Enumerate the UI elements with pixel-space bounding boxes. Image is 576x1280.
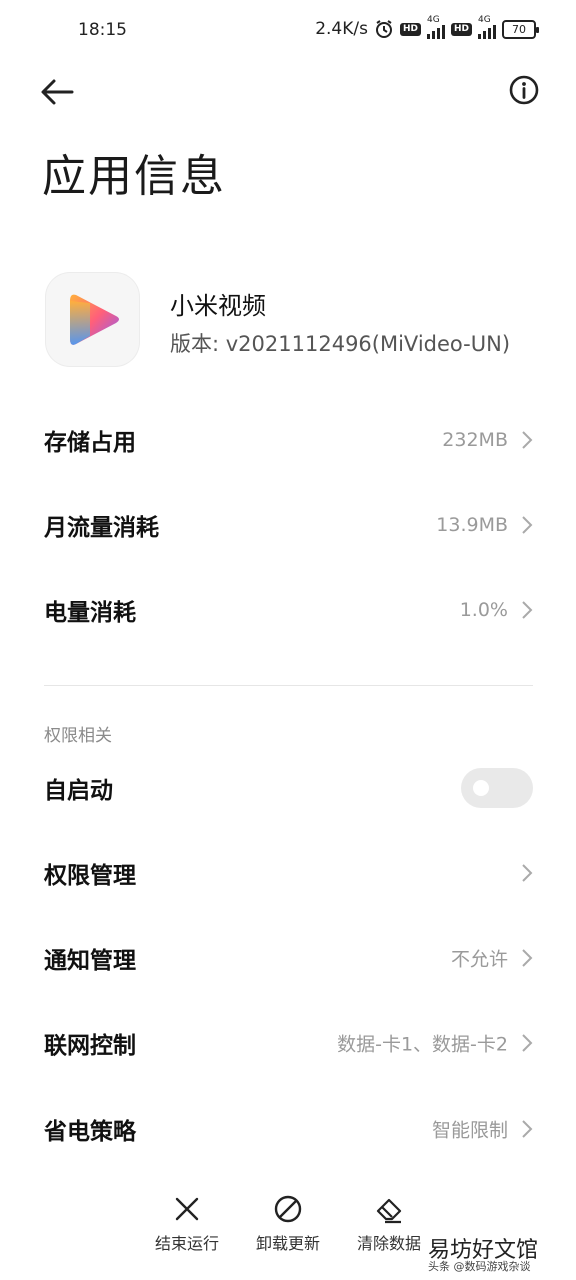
prohibited-icon	[274, 1195, 302, 1223]
chevron-right-icon	[522, 431, 533, 449]
play-gradient-icon	[70, 294, 119, 345]
section-divider	[44, 685, 533, 686]
status-icons: 2.4K/s HD 4G HD 4G 70	[315, 15, 539, 39]
force-stop-button[interactable]: 结束运行	[142, 1194, 232, 1254]
network-type-2: 4G	[478, 15, 491, 25]
info-circle-icon	[509, 75, 539, 105]
row-power-saving[interactable]: 省电策略 智能限制	[0, 1087, 576, 1171]
autostart-toggle[interactable]	[461, 768, 533, 808]
action-label: 结束运行	[154, 1234, 219, 1253]
row-value: 232MB	[442, 429, 508, 451]
eraser-icon	[376, 1198, 402, 1224]
battery-icon: 70	[502, 19, 539, 39]
row-battery-usage[interactable]: 电量消耗 1.0%	[0, 568, 576, 652]
status-time: 18:15	[78, 20, 127, 40]
row-value: 智能限制	[431, 1119, 508, 1142]
row-label: 自启动	[44, 778, 113, 804]
row-value: 不允许	[450, 948, 508, 971]
chevron-right-icon	[522, 864, 533, 882]
back-button[interactable]	[38, 72, 78, 112]
app-version: 版本: v2021112496(MiVideo-UN)	[170, 332, 511, 356]
row-label: 省电策略	[44, 1119, 136, 1145]
arrow-left-icon	[41, 79, 74, 105]
row-storage[interactable]: 存储占用 232MB	[0, 398, 576, 482]
hd-badge-2: HD	[450, 22, 472, 36]
row-permission-management[interactable]: 权限管理	[0, 831, 576, 915]
chevron-right-icon	[522, 1034, 533, 1052]
row-label: 联网控制	[44, 1033, 136, 1059]
action-label: 清除数据	[356, 1234, 421, 1253]
toggle-knob	[473, 780, 489, 796]
row-label: 通知管理	[44, 948, 136, 974]
info-button[interactable]	[508, 74, 540, 106]
row-value: 数据-卡1、数据-卡2	[337, 1033, 508, 1056]
app-icon	[46, 273, 139, 366]
row-data-usage[interactable]: 月流量消耗 13.9MB	[0, 483, 576, 567]
row-label: 权限管理	[44, 863, 136, 889]
uninstall-updates-button[interactable]: 卸载更新	[243, 1194, 333, 1254]
signal-icon-1: 4G	[426, 15, 445, 39]
chevron-right-icon	[522, 1120, 533, 1138]
clear-data-button[interactable]: 清除数据	[344, 1194, 434, 1254]
hd-badge-1: HD	[399, 22, 421, 36]
signal-icon-2: 4G	[478, 15, 496, 39]
chevron-right-icon	[522, 601, 533, 619]
close-x-icon	[175, 1197, 199, 1221]
row-value: 1.0%	[459, 599, 508, 621]
watermark-source: 头条 @数码游戏杂谈	[428, 1260, 531, 1273]
alarm-icon	[375, 20, 392, 38]
row-label: 存储占用	[44, 430, 136, 456]
network-type-1: 4G	[426, 15, 440, 25]
app-name: 小米视频	[170, 292, 266, 320]
row-notification-management[interactable]: 通知管理 不允许	[0, 916, 576, 1000]
page-title: 应用信息	[42, 151, 226, 202]
net-speed: 2.4K/s	[315, 19, 368, 39]
row-value: 13.9MB	[436, 514, 508, 536]
row-label: 月流量消耗	[44, 515, 159, 541]
section-title-permissions: 权限相关	[44, 726, 112, 746]
chevron-right-icon	[522, 516, 533, 534]
row-label: 电量消耗	[44, 600, 136, 626]
action-label: 卸载更新	[255, 1234, 320, 1253]
chevron-right-icon	[522, 949, 533, 967]
row-network-control[interactable]: 联网控制 数据-卡1、数据-卡2	[0, 1001, 576, 1085]
row-autostart: 自启动	[0, 746, 576, 830]
